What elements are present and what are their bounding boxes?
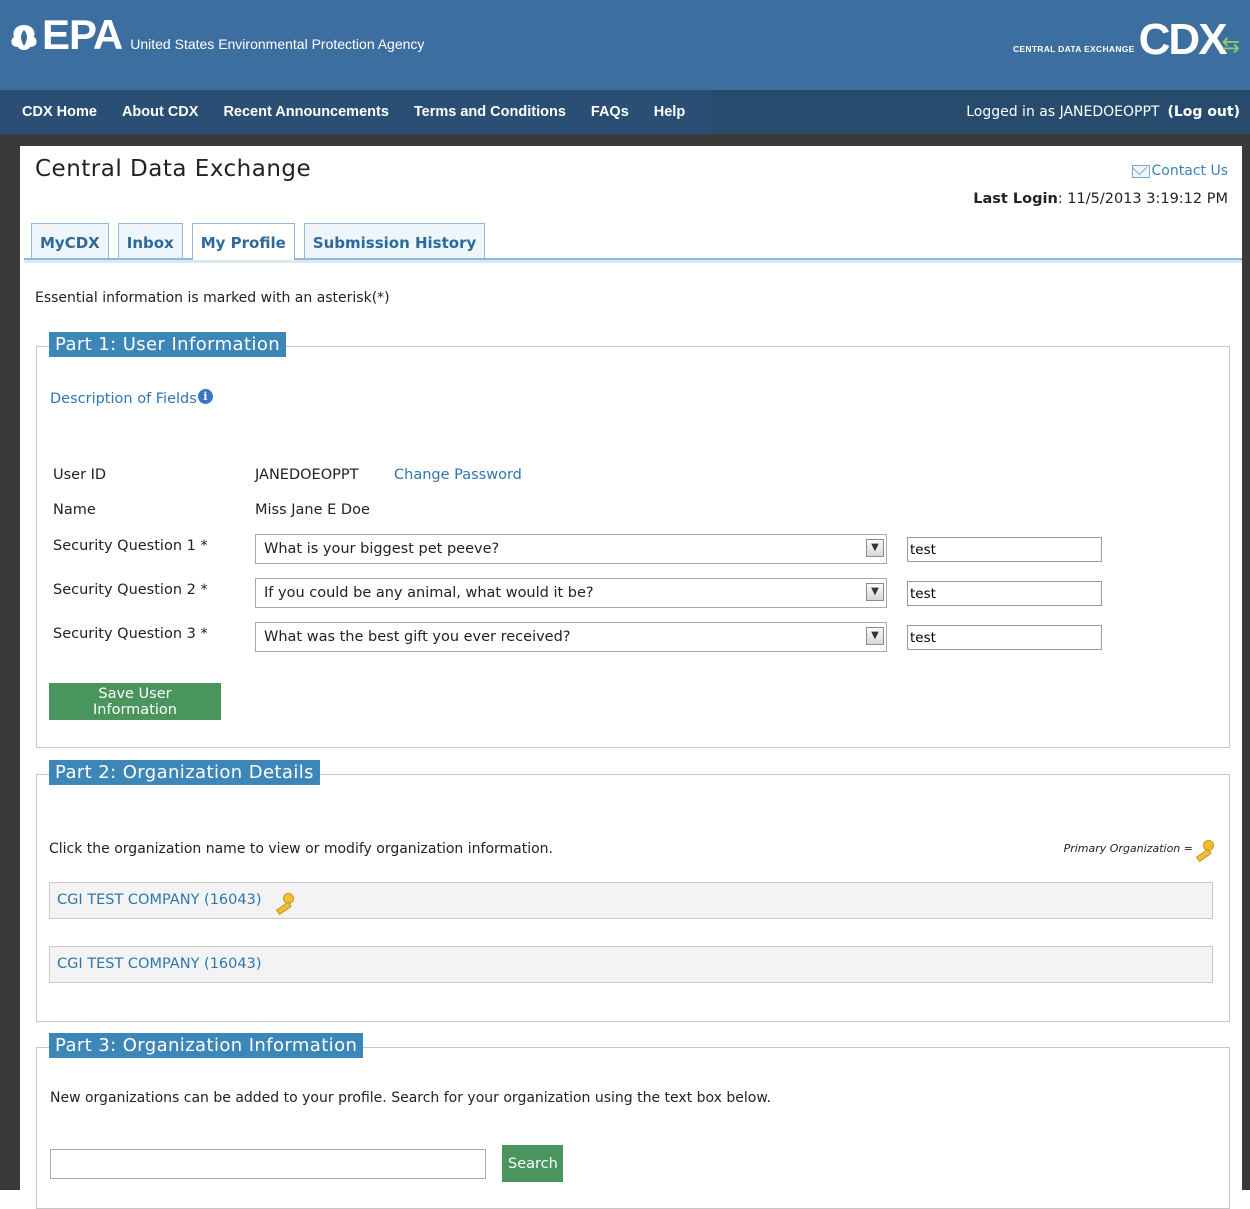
security-answer-3-input[interactable] — [907, 625, 1102, 650]
info-icon[interactable]: i — [197, 388, 213, 404]
cdx-title: CDX — [1138, 15, 1228, 64]
login-status: Logged in as JANEDOEOPPT (Log out) — [966, 104, 1240, 120]
tab-submission-history[interactable]: Submission History — [303, 223, 486, 258]
name-value: Miss Jane E Doe — [255, 502, 370, 518]
nav-cdx-home[interactable]: CDX Home — [0, 104, 110, 120]
organization-link[interactable]: CGI TEST COMPANY (16043) — [57, 946, 261, 983]
organization-row[interactable]: CGI TEST COMPANY (16043) — [49, 946, 1213, 983]
epa-logo-mark: EPA — [8, 11, 123, 58]
tab-inbox[interactable]: Inbox — [117, 223, 183, 258]
tab-mycdx[interactable]: MyCDX — [31, 223, 109, 258]
key-icon — [1193, 839, 1215, 857]
chevron-down-icon[interactable]: ▼ — [866, 583, 884, 601]
security-question-2-select[interactable]: If you could be any animal, what would i… — [255, 578, 887, 608]
organization-row[interactable]: CGI TEST COMPANY (16043) — [49, 882, 1213, 919]
contact-us-label: Contact Us — [1151, 163, 1228, 179]
security-question-1-select[interactable]: What is your biggest pet peeve? ▼ — [255, 534, 887, 564]
agency-name: United States Environmental Protection A… — [130, 36, 425, 52]
organization-search-hint: New organizations can be added to your p… — [50, 1090, 771, 1106]
nav-recent-announcements[interactable]: Recent Announcements — [211, 104, 401, 120]
security-question-3-value: What was the best gift you ever received… — [264, 629, 571, 645]
cdx-arrow-icon: ⇆ — [1221, 33, 1240, 58]
part1-user-information: Part 1: User Information Description of … — [36, 332, 1230, 748]
security-question-3-select[interactable]: What was the best gift you ever received… — [255, 622, 887, 652]
logged-in-text: Logged in as JANEDOEOPPT — [966, 104, 1160, 120]
security-question-2-value: If you could be any animal, what would i… — [264, 585, 594, 601]
page-title: Central Data Exchange — [35, 156, 312, 182]
cdx-subtitle: CENTRAL DATA EXCHANGE — [1012, 44, 1135, 54]
cdx-logo[interactable]: CENTRAL DATA EXCHANGE CDX ⇆ — [1013, 18, 1240, 62]
change-password-link[interactable]: Change Password — [394, 467, 522, 483]
essential-note: Essential information is marked with an … — [35, 290, 390, 306]
last-login: Last Login: 11/5/2013 3:19:12 PM — [973, 191, 1228, 207]
part2-organization-details: Part 2: Organization Details Click the o… — [36, 760, 1230, 1022]
profile-tabs: MyCDX Inbox My Profile Submission Histor… — [31, 223, 486, 260]
mail-icon — [1131, 164, 1150, 178]
part2-legend: Part 2: Organization Details — [49, 760, 320, 785]
search-button[interactable]: Search — [502, 1145, 563, 1182]
epa-mark-text: EPA — [42, 11, 123, 58]
nav-about-cdx[interactable]: About CDX — [110, 104, 212, 120]
organization-link[interactable]: CGI TEST COMPANY (16043) — [57, 882, 261, 919]
name-label: Name — [53, 502, 96, 518]
security-question-3-label: Security Question 3 * — [53, 626, 208, 642]
primary-organization-legend: Primary Organization = — [1064, 839, 1215, 857]
part1-legend: Part 1: User Information — [49, 332, 287, 357]
nav-terms-and-conditions[interactable]: Terms and Conditions — [402, 104, 579, 120]
part3-legend: Part 3: Organization Information — [49, 1033, 364, 1058]
tab-my-profile[interactable]: My Profile — [191, 223, 295, 260]
chevron-down-icon[interactable]: ▼ — [866, 627, 884, 645]
description-of-fields-link[interactable]: Description of Fields — [50, 391, 197, 407]
epa-flower-icon — [11, 24, 37, 50]
security-question-2-label: Security Question 2 * — [53, 582, 208, 598]
part3-organization-information: Part 3: Organization Information New org… — [36, 1033, 1230, 1209]
primary-organization-label: Primary Organization = — [1063, 841, 1193, 855]
last-login-label: Last Login — [973, 191, 1058, 207]
tabs-shade — [24, 260, 1242, 263]
security-question-1-label: Security Question 1 * — [53, 538, 208, 554]
save-user-information-button[interactable]: Save User Information — [49, 683, 221, 720]
last-login-value: : 11/5/2013 3:19:12 PM — [1057, 191, 1228, 207]
user-id-value: JANEDOEOPPT — [255, 467, 359, 483]
logout-link[interactable]: (Log out) — [1167, 104, 1240, 120]
organization-hint: Click the organization name to view or m… — [49, 841, 553, 857]
nav-faqs[interactable]: FAQs — [579, 104, 642, 120]
security-answer-1-input[interactable] — [907, 537, 1102, 562]
user-id-label: User ID — [53, 467, 107, 483]
nav-bar: CDX Home About CDX Recent Announcements … — [0, 90, 1250, 134]
nav-help[interactable]: Help — [642, 104, 698, 120]
chevron-down-icon[interactable]: ▼ — [866, 539, 884, 557]
epa-logo[interactable]: EPA United States Environmental Protecti… — [8, 14, 424, 56]
contact-us-link[interactable]: Contact Us — [1131, 163, 1228, 179]
key-icon — [273, 892, 295, 910]
main-nav: CDX Home About CDX Recent Announcements … — [0, 90, 712, 134]
organization-search-input[interactable] — [50, 1149, 486, 1179]
description-of-fields[interactable]: Description of Fields i — [50, 388, 213, 407]
security-question-1-value: What is your biggest pet peeve? — [264, 541, 500, 557]
security-answer-2-input[interactable] — [907, 581, 1102, 606]
top-banner: EPA United States Environmental Protecti… — [0, 0, 1250, 91]
